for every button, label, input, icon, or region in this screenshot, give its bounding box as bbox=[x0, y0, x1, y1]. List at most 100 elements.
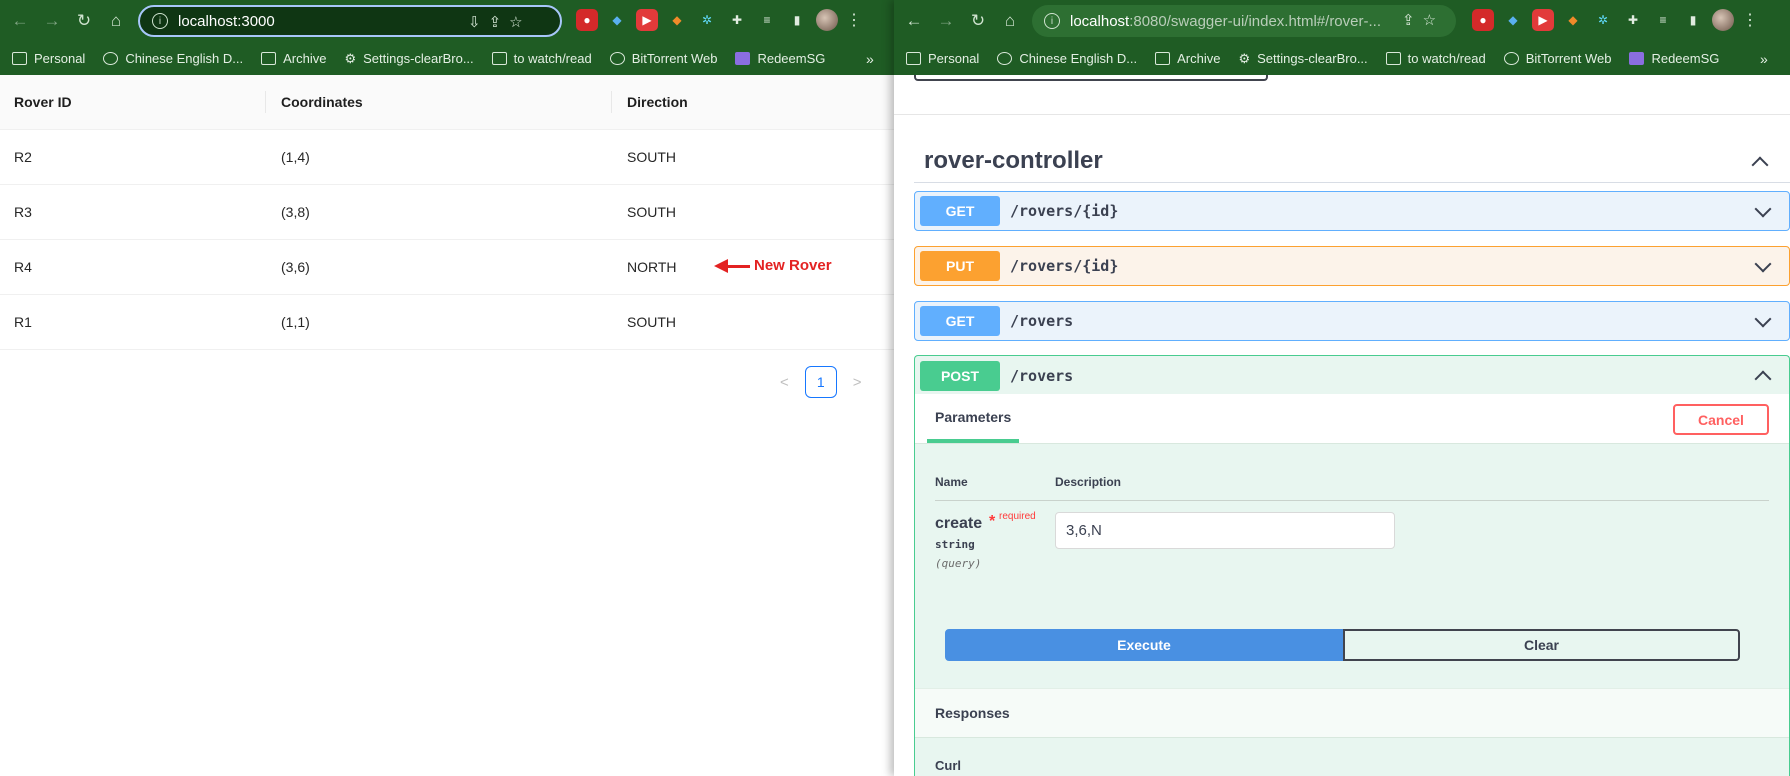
operation-put-rover-by-id[interactable]: PUT /rovers/{id} bbox=[914, 246, 1790, 286]
bookmarks-overflow-icon[interactable]: » bbox=[1760, 51, 1768, 67]
header-direction[interactable]: Direction bbox=[627, 94, 688, 110]
header-coordinates[interactable]: Coordinates bbox=[281, 94, 363, 110]
collapse-chevron-icon[interactable] bbox=[1751, 156, 1769, 174]
back-icon[interactable]: ← bbox=[898, 5, 930, 37]
folder-icon bbox=[491, 52, 507, 65]
forward-icon[interactable]: → bbox=[36, 5, 68, 37]
extension-video-icon[interactable]: ▶ bbox=[1532, 9, 1554, 31]
back-icon[interactable]: ← bbox=[4, 5, 36, 37]
page-button-1[interactable]: 1 bbox=[804, 366, 837, 398]
create-param-input[interactable]: 3,6,N bbox=[1055, 512, 1395, 549]
bookmark-chinese-english[interactable]: Chinese English D... bbox=[103, 51, 243, 67]
parameters-header: Parameters Cancel bbox=[915, 394, 1789, 444]
extension-fox-icon[interactable]: ◆ bbox=[1562, 9, 1584, 31]
cell-rover-id: R3 bbox=[14, 204, 32, 220]
reading-list-icon[interactable]: ≡ bbox=[756, 9, 778, 31]
swagger-top-section bbox=[894, 75, 1790, 115]
method-badge: GET bbox=[920, 196, 1000, 226]
bookmark-chinese-english[interactable]: Chinese English D... bbox=[997, 51, 1137, 67]
site-info-icon[interactable]: i bbox=[1044, 13, 1060, 29]
chevron-down-icon[interactable] bbox=[1754, 200, 1772, 218]
gear-icon: ⚙ bbox=[344, 50, 357, 66]
responses-title: Responses bbox=[935, 705, 1010, 721]
execute-button[interactable]: Execute bbox=[945, 629, 1343, 661]
menu-kebab-icon[interactable]: ⋮ bbox=[846, 10, 862, 30]
clear-button[interactable]: Clear bbox=[1343, 629, 1740, 661]
bookmark-star-icon[interactable]: ☆ bbox=[1423, 11, 1436, 29]
extensions-puzzle-icon[interactable]: ✚ bbox=[726, 9, 748, 31]
forward-icon[interactable]: → bbox=[930, 5, 962, 37]
column-divider bbox=[265, 91, 266, 113]
extension-react-icon[interactable]: ✲ bbox=[696, 9, 718, 31]
chevron-down-icon[interactable] bbox=[1754, 310, 1772, 328]
reload-icon[interactable]: ↻ bbox=[962, 5, 994, 37]
table-header: Rover ID Coordinates Direction bbox=[0, 75, 894, 130]
curl-label: Curl bbox=[935, 758, 961, 773]
bookmark-personal[interactable]: Personal bbox=[906, 51, 979, 67]
pagination: < 1 > bbox=[780, 366, 862, 398]
extension-shield-icon[interactable]: ● bbox=[1472, 9, 1494, 31]
profile-avatar[interactable] bbox=[816, 9, 838, 31]
post-rovers-body: Parameters Cancel Name Description creat… bbox=[914, 394, 1790, 776]
bookmark-archive[interactable]: Archive bbox=[261, 51, 326, 67]
server-select-edge[interactable] bbox=[914, 75, 1268, 81]
extension-diamond-icon[interactable]: ◆ bbox=[606, 9, 628, 31]
extension-fox-icon[interactable]: ◆ bbox=[666, 9, 688, 31]
bookmark-redeemsg[interactable]: RedeemSG bbox=[735, 51, 825, 67]
bookmark-settings[interactable]: ⚙ Settings-clearBro... bbox=[1238, 51, 1367, 67]
column-description-header: Description bbox=[1055, 475, 1122, 489]
param-name: create bbox=[935, 515, 983, 532]
cell-coordinates: (1,4) bbox=[281, 149, 310, 165]
operation-post-rovers[interactable]: POST /rovers bbox=[914, 355, 1790, 395]
next-page-icon[interactable]: > bbox=[853, 374, 862, 391]
bookmark-bittorrent[interactable]: BitTorrent Web bbox=[609, 51, 717, 67]
header-rover-id[interactable]: Rover ID bbox=[14, 94, 72, 110]
install-icon[interactable]: ⇩ bbox=[468, 13, 481, 31]
extension-video-icon[interactable]: ▶ bbox=[636, 9, 658, 31]
address-bar[interactable]: i localhost:8080/swagger-ui/index.html#/… bbox=[1032, 5, 1456, 37]
bookmark-personal[interactable]: Personal bbox=[12, 51, 85, 67]
extension-shield-icon[interactable]: ● bbox=[576, 9, 598, 31]
bookmark-redeemsg[interactable]: RedeemSG bbox=[1629, 51, 1719, 67]
operation-path: /rovers/{id} bbox=[1010, 257, 1119, 275]
address-bar[interactable]: i localhost:3000 ⇩ ⇪ ☆ bbox=[138, 5, 562, 37]
parameters-tab[interactable]: Parameters bbox=[935, 409, 1011, 425]
bookmark-settings[interactable]: ⚙ Settings-clearBro... bbox=[344, 51, 473, 67]
reload-icon[interactable]: ↻ bbox=[68, 5, 100, 37]
extension-react-icon[interactable]: ✲ bbox=[1592, 9, 1614, 31]
folder-icon bbox=[1155, 52, 1171, 65]
bookmark-star-icon[interactable]: ☆ bbox=[509, 13, 522, 31]
table-row: R3 (3,8) SOUTH bbox=[0, 185, 894, 240]
bookmark-bittorrent[interactable]: BitTorrent Web bbox=[1503, 51, 1611, 67]
cell-direction: SOUTH bbox=[627, 204, 676, 220]
home-icon[interactable]: ⌂ bbox=[100, 5, 132, 37]
extensions-puzzle-icon[interactable]: ✚ bbox=[1622, 9, 1644, 31]
side-panel-icon[interactable]: ▮ bbox=[1682, 9, 1704, 31]
operation-get-rover-by-id[interactable]: GET /rovers/{id} bbox=[914, 191, 1790, 231]
chevron-down-icon[interactable] bbox=[1754, 255, 1772, 273]
bookmark-to-watch[interactable]: to watch/read bbox=[491, 51, 592, 67]
param-type: string bbox=[935, 538, 975, 551]
bookmark-archive[interactable]: Archive bbox=[1155, 51, 1220, 67]
home-icon[interactable]: ⌂ bbox=[994, 5, 1026, 37]
chevron-up-icon[interactable] bbox=[1754, 370, 1772, 388]
extension-diamond-icon[interactable]: ◆ bbox=[1502, 9, 1524, 31]
side-panel-icon[interactable]: ▮ bbox=[786, 9, 808, 31]
reading-list-icon[interactable]: ≡ bbox=[1652, 9, 1674, 31]
menu-kebab-icon[interactable]: ⋮ bbox=[1742, 10, 1758, 30]
bookmarks-overflow-icon[interactable]: » bbox=[866, 51, 874, 67]
gear-icon: ⚙ bbox=[1238, 50, 1251, 66]
share-icon[interactable]: ⇪ bbox=[489, 13, 502, 31]
share-icon[interactable]: ⇪ bbox=[1402, 11, 1415, 29]
profile-avatar[interactable] bbox=[1712, 9, 1734, 31]
globe-icon bbox=[609, 52, 625, 65]
rovers-table: Rover ID Coordinates Direction R2 (1,4) … bbox=[0, 75, 894, 350]
param-location: (query) bbox=[935, 557, 982, 570]
operation-get-rovers[interactable]: GET /rovers bbox=[914, 301, 1790, 341]
column-name-header: Name bbox=[935, 475, 968, 489]
site-info-icon[interactable]: i bbox=[152, 13, 168, 29]
prev-page-icon[interactable]: < bbox=[780, 374, 789, 391]
rover-controller-tag[interactable]: rover-controller bbox=[914, 139, 1790, 183]
bookmark-to-watch[interactable]: to watch/read bbox=[1385, 51, 1486, 67]
cancel-button[interactable]: Cancel bbox=[1673, 404, 1769, 435]
